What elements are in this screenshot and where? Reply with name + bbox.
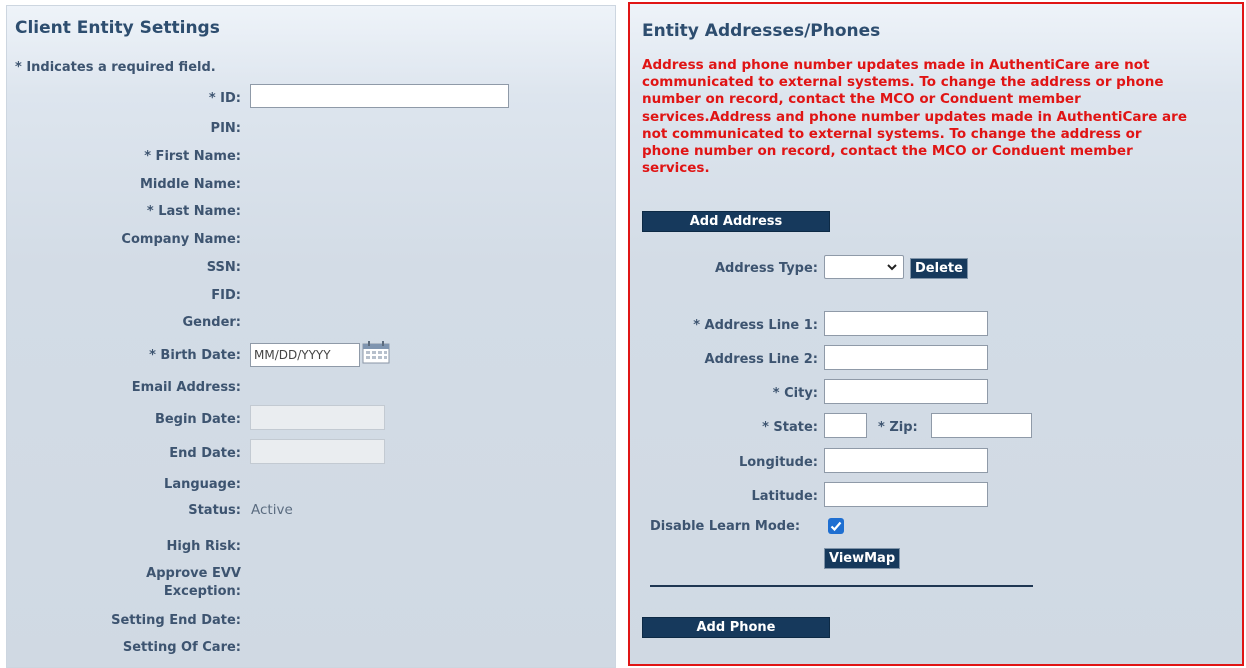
begin-date-label: Begin Date: <box>154 412 241 427</box>
pin-label: PIN: <box>210 121 241 136</box>
calendar-icon[interactable] <box>361 340 391 364</box>
ssn-label: SSN: <box>206 260 241 275</box>
longitude-label: Longitude: <box>738 455 818 470</box>
warning-line: not communicated to external systems. To… <box>642 125 1142 142</box>
end-date-input <box>250 439 385 464</box>
address-type-select[interactable] <box>824 255 904 279</box>
address-line1-input[interactable] <box>824 311 988 336</box>
setting-end-date-label: Setting End Date: <box>111 613 241 628</box>
address-line2-input[interactable] <box>824 345 988 370</box>
disable-learn-mode-checkbox[interactable] <box>828 518 844 534</box>
birth-date-input[interactable]: MM/DD/YYYY <box>250 343 360 367</box>
first-name-label: * First Name: <box>144 149 241 164</box>
middle-name-label: Middle Name: <box>139 177 241 192</box>
approve-evv-label-line2: Exception: <box>163 584 241 599</box>
warning-line: phone number on record, contact the MCO … <box>642 143 1133 160</box>
zip-input[interactable] <box>931 413 1032 438</box>
status-value: Active <box>251 502 293 518</box>
add-address-button[interactable]: Add Address <box>642 211 830 232</box>
address-type-label: Address Type: <box>714 261 818 276</box>
warning-message: Address and phone number updates made in… <box>642 57 1237 177</box>
high-risk-label: High Risk: <box>166 539 241 554</box>
panel-title: Entity Addresses/Phones <box>642 21 881 41</box>
end-date-label: End Date: <box>169 446 241 461</box>
longitude-input[interactable] <box>824 448 988 473</box>
status-label: Status: <box>188 503 241 518</box>
disable-learn-mode-label: Disable Learn Mode: <box>650 519 801 534</box>
warning-line: communicated to external systems. To cha… <box>642 74 1164 91</box>
approve-evv-label-line1: Approve EVV <box>146 566 241 581</box>
address-line2-label: Address Line 2: <box>704 352 818 367</box>
birth-date-label: * Birth Date: <box>149 348 241 363</box>
language-label: Language: <box>164 477 241 492</box>
id-input[interactable] <box>250 84 509 108</box>
warning-line: services. <box>642 160 710 177</box>
required-note: * Indicates a required field. <box>15 60 216 75</box>
client-entity-settings-panel: Client Entity Settings * Indicates a req… <box>6 5 616 668</box>
panel-title: Client Entity Settings <box>15 18 220 38</box>
chevron-down-icon <box>887 264 897 271</box>
email-label: Email Address: <box>131 380 241 395</box>
warning-line: services.Address and phone number update… <box>642 108 1187 125</box>
company-name-label: Company Name: <box>121 232 241 247</box>
begin-date-input <box>250 405 385 430</box>
gender-label: Gender: <box>182 315 241 330</box>
latitude-label: Latitude: <box>751 489 818 504</box>
state-label: * State: <box>762 420 818 435</box>
warning-line: number on record, contact the MCO or Con… <box>642 91 1081 108</box>
check-icon <box>830 521 842 532</box>
id-label: * ID: <box>208 91 241 106</box>
add-phone-button[interactable]: Add Phone <box>642 617 830 638</box>
city-input[interactable] <box>824 379 988 404</box>
latitude-input[interactable] <box>824 482 988 507</box>
setting-of-care-label: Setting Of Care: <box>122 640 241 655</box>
last-name-label: * Last Name: <box>146 204 241 219</box>
fid-label: FID: <box>211 288 241 303</box>
entity-addresses-panel: Entity Addresses/Phones Address and phon… <box>628 2 1244 666</box>
delete-button[interactable]: Delete <box>910 258 968 279</box>
state-input[interactable] <box>824 413 867 438</box>
viewmap-button[interactable]: ViewMap <box>824 548 901 569</box>
city-label: * City: <box>772 386 818 401</box>
section-divider <box>650 585 1033 587</box>
address-line1-label: * Address Line 1: <box>693 318 818 333</box>
zip-label: * Zip: <box>878 420 918 435</box>
warning-line: Address and phone number updates made in… <box>642 57 1150 73</box>
